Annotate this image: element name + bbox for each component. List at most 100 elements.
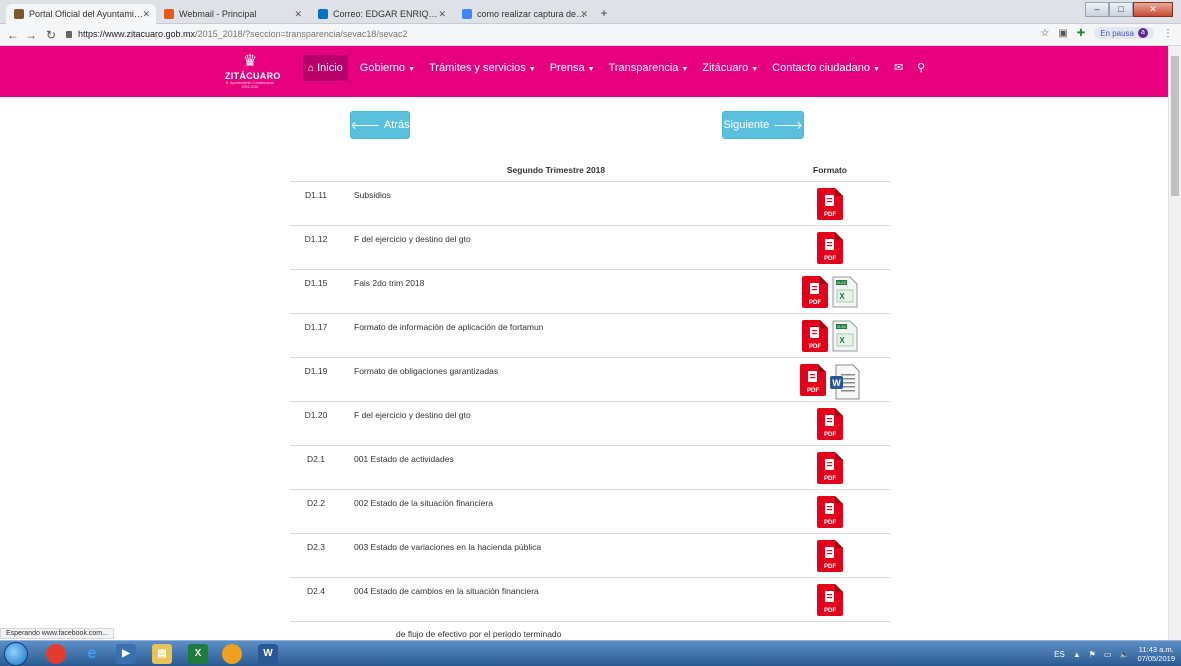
row-formats: PDF <box>770 445 890 490</box>
docx-file-icon[interactable]: W <box>830 364 860 400</box>
svg-text:PDF: PDF <box>824 608 836 614</box>
svg-text:XLSX: XLSX <box>837 325 847 329</box>
row-code: D1.20 <box>290 401 342 446</box>
close-window-button[interactable]: ✕ <box>1133 2 1173 17</box>
svg-text:PDF: PDF <box>824 432 836 438</box>
file-explorer-icon[interactable]: ▤ <box>152 644 172 664</box>
row-code: D1.17 <box>290 313 342 358</box>
sync-paused-badge[interactable]: En pausa a <box>1094 27 1154 39</box>
pdf-file-icon[interactable]: PDF <box>817 407 843 440</box>
menu-item-label: Transparencia <box>608 61 679 74</box>
browser-tab[interactable]: Correo: EDGAR ENRIQUE RAMIR✕ <box>310 4 452 24</box>
chrome-icon[interactable] <box>46 644 66 664</box>
browser-tab[interactable]: Webmail - Principal ✕ <box>156 4 308 24</box>
next-button[interactable]: Siguiente 🡒 <box>722 111 804 139</box>
mail-icon[interactable]: ✉ <box>894 61 903 74</box>
menu-item-trámites-y-servicios[interactable]: Trámites y servicios ▼ <box>429 62 536 74</box>
pdf-file-icon[interactable]: PDF <box>802 319 828 352</box>
menu-item-prensa[interactable]: Prensa ▼ <box>550 62 595 74</box>
logo-emblem-icon: ♛ <box>242 53 258 70</box>
pdf-file-icon[interactable]: PDF <box>817 187 843 220</box>
menu-item-gobierno[interactable]: Gobierno ▼ <box>360 62 415 74</box>
word-icon[interactable]: W <box>258 644 278 664</box>
url-field[interactable]: https://www.zitacuaro.gob.mx/2015_2018/?… <box>78 29 407 39</box>
pdf-file-icon[interactable]: PDF <box>817 495 843 528</box>
caret-down-icon: ▼ <box>408 65 415 73</box>
tab-favicon-icon <box>462 9 472 19</box>
media-player-icon[interactable]: ▶ <box>116 644 136 664</box>
excel-icon[interactable]: X <box>188 644 208 664</box>
scrollbar-thumb[interactable] <box>1171 56 1179 196</box>
start-button[interactable] <box>4 642 28 666</box>
browser-tab[interactable]: Portal Oficial del Ayuntamiento d✕ <box>6 4 156 24</box>
tab-close-icon[interactable]: ✕ <box>294 9 302 20</box>
browser-tab[interactable]: como realizar captura de pantall✕ <box>454 4 594 24</box>
chrome-window-icon[interactable] <box>222 644 242 664</box>
caret-down-icon: ▼ <box>751 65 759 73</box>
network-icon[interactable]: ▭ <box>1104 650 1112 659</box>
caret-down-icon: ▼ <box>873 65 880 73</box>
tab-favicon-icon <box>318 9 328 19</box>
row-code: D1.11 <box>290 181 342 226</box>
pdf-file-icon[interactable]: PDF <box>800 363 826 396</box>
row-formats: PDF <box>770 489 890 534</box>
browser-menu-icon[interactable]: ⋮ <box>1163 28 1173 39</box>
clock[interactable]: 11:43 a.m. 07/05/2019 <box>1137 645 1175 663</box>
logo-name: ZITÁCUARO <box>225 71 281 81</box>
pdf-file-icon[interactable]: PDF <box>802 275 828 308</box>
xlsx-file-icon[interactable]: XLSX X <box>832 276 858 308</box>
row-title: 002 Estado de la situación financiera <box>342 489 770 534</box>
tab-label: como realizar captura de pantall <box>477 9 586 19</box>
row-title: F del ejercicio y destino del gto <box>342 225 770 270</box>
row-formats: PDF <box>770 577 890 622</box>
pdf-file-icon[interactable]: PDF <box>817 583 843 616</box>
back-arrow-icon[interactable]: ← <box>6 28 20 42</box>
header-code <box>290 159 342 182</box>
tab-label: Correo: EDGAR ENRIQUE RAMIR <box>333 9 444 19</box>
minimize-button[interactable]: – <box>1085 2 1109 17</box>
table-row: D1.15 Fais 2do trim 2018 PDF XLSX X <box>290 269 890 314</box>
menu-item-contacto-ciudadano[interactable]: Contacto ciudadano ▼ <box>772 62 880 74</box>
caret-down-icon: ▼ <box>587 65 595 73</box>
xlsx-file-icon[interactable]: XLSX X <box>832 320 858 352</box>
table-row: D1.12 F del ejercicio y destino del gto PD… <box>290 225 890 270</box>
camera-extension-icon[interactable]: ▣ <box>1058 28 1067 39</box>
windows-taskbar: e ▶ ▤ X W ES ▲ ⚑ ▭ 🔈 11:43 a.m. 07/05/20… <box>0 640 1181 666</box>
pdf-file-icon[interactable]: PDF <box>817 231 843 264</box>
extension-icon[interactable]: ✚ <box>1077 28 1085 39</box>
table-row: D2.2 002 Estado de la situación financier… <box>290 489 890 534</box>
row-title: Formato de información de aplicación de … <box>342 313 770 358</box>
new-tab-button[interactable]: + <box>596 6 612 20</box>
arrow-left-icon: 🡐 <box>350 120 380 132</box>
menu-item-zitácuaro[interactable]: Zitácuaro ▼ <box>702 62 758 74</box>
page-scrollbar[interactable] <box>1168 46 1181 640</box>
header-title: Segundo Trimestre 2018 <box>342 159 770 182</box>
site-logo[interactable]: ♛ ZITÁCUARO H. Ayuntamiento Constitucion… <box>225 53 281 91</box>
menu-item-label: Contacto ciudadano <box>772 61 871 74</box>
maximize-button[interactable]: □ <box>1109 2 1133 17</box>
menu-item-transparencia[interactable]: Transparencia ▼ <box>609 62 689 74</box>
pdf-file-icon[interactable]: PDF <box>817 539 843 572</box>
back-button[interactable]: 🡐 Atrás <box>350 111 410 139</box>
documents-table: Segundo Trimestre 2018 Formato D1.11 Subs… <box>290 159 890 622</box>
table-header-row: Segundo Trimestre 2018 Formato <box>290 159 890 182</box>
flag-icon[interactable]: ⚑ <box>1089 650 1096 659</box>
tab-close-icon[interactable]: ✕ <box>580 9 588 20</box>
pdf-file-icon[interactable]: PDF <box>817 451 843 484</box>
row-code: D1.19 <box>290 357 342 402</box>
reload-icon[interactable]: ↻ <box>44 28 58 42</box>
row-title: Formato de obligaciones garantizadas <box>342 357 770 402</box>
internet-explorer-icon[interactable]: e <box>82 644 102 664</box>
bookmark-star-icon[interactable]: ☆ <box>1040 28 1049 39</box>
forward-arrow-icon[interactable]: → <box>24 28 38 42</box>
language-indicator[interactable]: ES <box>1054 650 1065 659</box>
pause-label: En pausa <box>1100 28 1134 38</box>
row-formats: PDF <box>770 225 890 270</box>
tab-close-icon[interactable]: ✕ <box>438 9 446 20</box>
search-icon[interactable]: ⚲ <box>917 61 925 74</box>
volume-icon[interactable]: 🔈 <box>1119 650 1129 659</box>
clock-time: 11:43 a.m. <box>1138 645 1174 654</box>
tab-close-icon[interactable]: ✕ <box>142 9 150 20</box>
menu-item-inicio[interactable]: ⌂ Inicio <box>303 54 348 81</box>
tray-expand-icon[interactable]: ▲ <box>1073 650 1081 659</box>
